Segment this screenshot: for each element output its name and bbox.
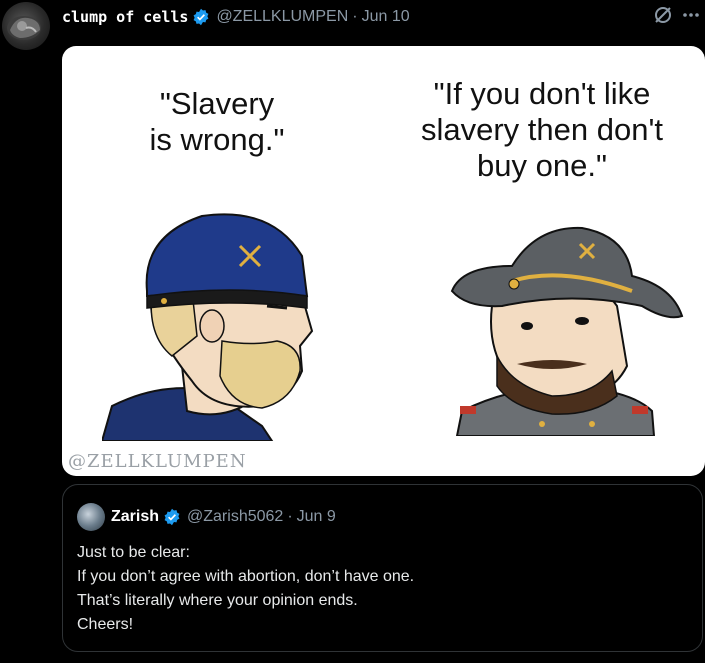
author-display-name[interactable]: clump of cells: [62, 8, 188, 26]
image-watermark: @ZELLKLUMPEN: [68, 451, 247, 472]
left-caption: "Slavery is wrong.": [117, 86, 317, 158]
header-actions: [653, 5, 701, 30]
tweet-date[interactable]: Jun 10: [362, 8, 410, 26]
verified-badge-icon: [192, 8, 210, 26]
quoted-author-display-name[interactable]: Zarish: [111, 508, 159, 526]
tweet-media-image[interactable]: "Slavery is wrong." "If you don't like s…: [62, 46, 705, 476]
quoted-tweet-line: That’s literally where your opinion ends…: [77, 592, 358, 609]
quoted-tweet-text: Just to be clear: If you don’t agree wit…: [77, 541, 414, 637]
quoted-tweet-line: If you don’t agree with abortion, don’t …: [77, 568, 415, 585]
verified-badge-icon: [163, 508, 181, 526]
quoted-author-handle[interactable]: @Zarish5062: [187, 508, 283, 526]
quoted-tweet-date[interactable]: Jun 9: [297, 508, 336, 526]
tweet-header: clump of cells @ZELLKLUMPEN · Jun 10: [62, 6, 701, 28]
author-handle[interactable]: @ZELLKLUMPEN: [216, 8, 348, 26]
grok-icon[interactable]: [653, 5, 673, 30]
author-avatar[interactable]: [2, 2, 50, 50]
separator-dot: ·: [352, 8, 358, 25]
left-caption-line: is wrong.": [149, 122, 285, 157]
right-caption-line: "If you don't like: [433, 76, 651, 111]
quoted-author-avatar[interactable]: [77, 503, 105, 531]
quoted-tweet-header: Zarish @Zarish5062 · Jun 9: [77, 503, 336, 531]
more-options-ellipsis-icon[interactable]: [681, 5, 701, 30]
left-caption-line: "Slavery: [159, 86, 275, 121]
confederate-soldier-illustration: [450, 226, 684, 436]
separator-dot: ·: [287, 508, 293, 525]
quoted-tweet-card[interactable]: Zarish @Zarish5062 · Jun 9 Just to be cl…: [62, 484, 703, 652]
ultrasound-avatar-image: [7, 16, 41, 40]
right-caption-line: buy one.": [477, 148, 607, 183]
quoted-tweet-line: Just to be clear:: [77, 544, 190, 561]
right-caption: "If you don't like slavery then don't bu…: [382, 76, 702, 184]
quoted-tweet-line: Cheers!: [77, 616, 134, 633]
right-caption-line: slavery then don't: [420, 112, 663, 147]
union-soldier-illustration: [102, 213, 314, 441]
